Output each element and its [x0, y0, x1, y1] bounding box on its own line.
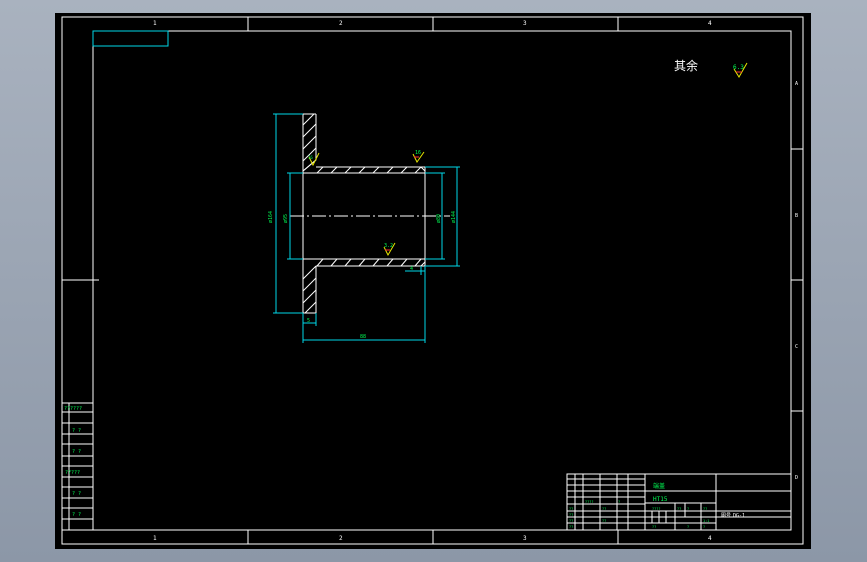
- tb-cell-7: ??: [602, 507, 606, 511]
- zone-col-2: 2: [339, 20, 343, 27]
- tb-cell-10: ??: [677, 507, 681, 511]
- right-zone-ticks: [791, 148, 803, 412]
- roughness-mid: 3.2: [384, 243, 393, 249]
- tb-cell-3: ????: [585, 500, 593, 504]
- zone-col-1: 1: [153, 20, 157, 27]
- dimension-lines: [273, 113, 460, 343]
- tb-cell-4: ?: [618, 500, 620, 504]
- part-material: HT15: [653, 496, 668, 503]
- zone-col-3: 3: [523, 20, 527, 27]
- drawing-number: DG-1: [733, 513, 745, 519]
- zone-row-b: B: [795, 213, 798, 219]
- dim-sleeve-inner-dia: ø80: [436, 214, 442, 223]
- roughness-flange: 16: [308, 155, 313, 160]
- dim-flange-thickness: 5: [307, 318, 310, 324]
- zone-row-c: C: [795, 344, 798, 350]
- dim-flange-dia: ø164: [268, 211, 274, 223]
- zone-row-a: A: [795, 81, 798, 87]
- left-table-row-3: ? ?: [72, 449, 81, 455]
- left-table-row-1: ??????: [64, 406, 82, 412]
- tb-cell-6: ??: [569, 525, 573, 529]
- bottom-zone-ticks: [247, 530, 619, 544]
- tb-cell-16: ?: [703, 525, 705, 529]
- zone-col-1-bottom: 1: [153, 535, 157, 542]
- tb-cell-12: ??: [703, 507, 707, 511]
- drawing-sheet: 1 2 3 4 1 2 3 4 A B C D 其余 6.3 ø164 ø95 …: [61, 16, 804, 545]
- top-left-box: [92, 30, 169, 47]
- drawing-label: 图号: [721, 513, 731, 519]
- roughness-note: 其余: [674, 58, 698, 73]
- title-block: [566, 473, 792, 531]
- roughness-top: 16: [415, 150, 421, 156]
- tb-cell-11: ?: [687, 507, 689, 511]
- roughness-note-value: 6.3: [733, 64, 744, 71]
- dim-sleeve-outer-dia: ø144: [451, 211, 457, 223]
- cad-viewport[interactable]: 1 2 3 4 1 2 3 4 A B C D 其余 6.3 ø164 ø95 …: [55, 13, 811, 549]
- tb-cell-1: ??: [569, 507, 573, 511]
- part-profile: [302, 113, 426, 314]
- zone-row-d: D: [795, 475, 798, 481]
- dim-chamfer: 4: [410, 266, 413, 272]
- part-name: 端盖: [653, 482, 665, 490]
- tb-cell-15: ?: [687, 525, 689, 529]
- left-side-table: [61, 402, 94, 531]
- top-zone-ticks: [247, 17, 619, 31]
- left-table-row-6: ? ?: [72, 512, 81, 518]
- dim-bore-dia: ø95: [283, 214, 289, 223]
- tb-cell-2: ??: [569, 513, 573, 517]
- tb-cell-13: ??: [652, 525, 656, 529]
- left-table-row-2: ? ?: [72, 428, 81, 434]
- tb-cell-5: ??: [569, 519, 573, 523]
- zone-col-3-bottom: 3: [523, 535, 527, 542]
- zone-col-4-bottom: 4: [708, 535, 712, 542]
- dim-length: 88: [360, 334, 366, 340]
- sheet-outer-border: [61, 16, 804, 545]
- zone-col-2-bottom: 2: [339, 535, 343, 542]
- section-hatching: [302, 113, 422, 314]
- sheet-inner-border: [92, 30, 792, 531]
- left-table-row-4: ?????: [65, 470, 80, 476]
- zone-col-4: 4: [708, 20, 712, 27]
- tb-cell-9: ????: [652, 507, 660, 511]
- tb-cell-8: ??: [602, 519, 606, 523]
- tb-cell-14: 1:1: [703, 519, 709, 523]
- left-table-row-5: ? ?: [72, 491, 81, 497]
